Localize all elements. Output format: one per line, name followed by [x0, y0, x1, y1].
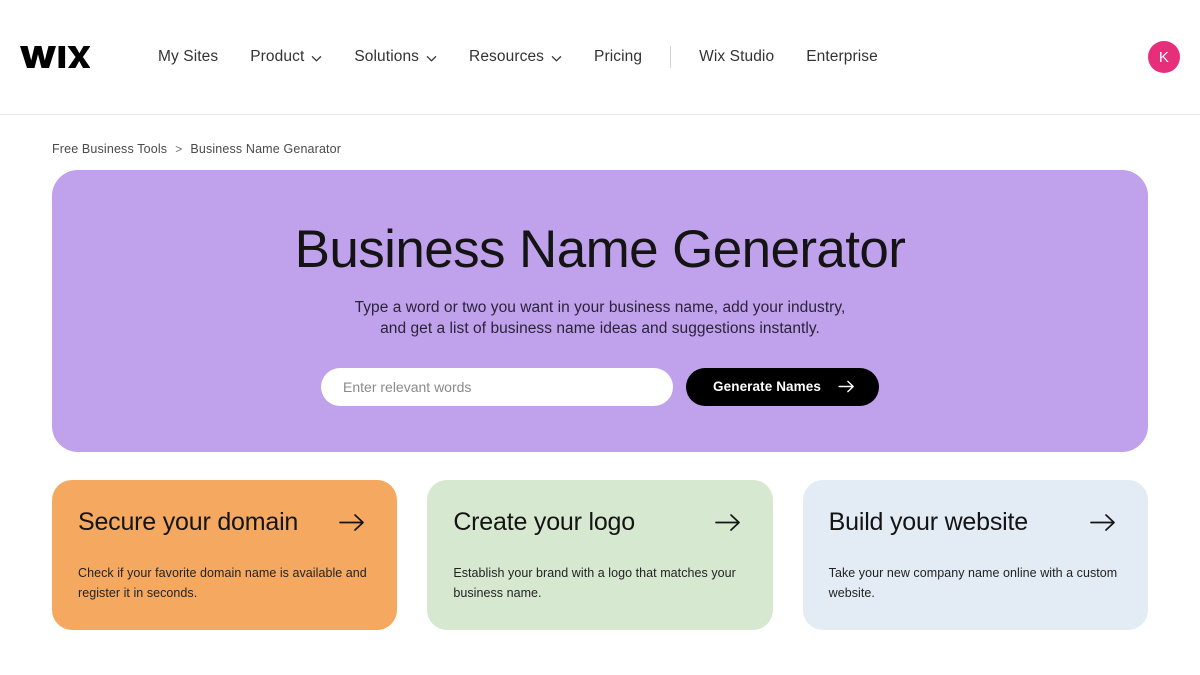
chevron-down-icon [551, 53, 562, 64]
nav-label: My Sites [158, 48, 219, 65]
generate-names-label: Generate Names [713, 379, 821, 395]
card-description: Establish your brand with a logo that ma… [453, 566, 736, 600]
main-navigation: My Sites Product Solutions Resources Pri… [142, 46, 894, 68]
arrow-right-icon [714, 513, 747, 532]
card-header: Create your logo [453, 508, 746, 537]
name-generator-form: Generate Names [321, 367, 879, 406]
arrow-right-icon [838, 380, 855, 393]
hero-subtitle-line-1: Type a word or two you want in your busi… [354, 298, 846, 316]
page-title: Business Name Generator [294, 220, 906, 279]
header-actions: K [1148, 41, 1184, 73]
card-header: Secure your domain [78, 508, 371, 537]
arrow-right-icon [339, 513, 371, 532]
card-description: Check if your favorite domain name is av… [78, 566, 367, 600]
card-title: Build your website [828, 508, 1028, 536]
chevron-down-icon [311, 53, 322, 64]
wix-logo[interactable] [16, 44, 94, 70]
nav-label: Resources [469, 48, 545, 65]
chevron-down-icon [426, 53, 437, 64]
nav-item-wix-studio[interactable]: Wix Studio [683, 48, 790, 66]
arrow-right-icon [1090, 513, 1122, 532]
hero-section: Business Name Generator Type a word or t… [52, 170, 1148, 452]
site-header: My Sites Product Solutions Resources Pri… [0, 0, 1200, 115]
nav-label: Enterprise [806, 48, 878, 65]
hero-subtitle: Type a word or two you want in your busi… [355, 297, 846, 340]
nav-item-resources[interactable]: Resources [453, 48, 578, 66]
breadcrumb-separator-icon: > [175, 142, 183, 156]
card-create-your-logo[interactable]: Create your logo Establish your brand wi… [427, 480, 773, 630]
card-title: Create your logo [453, 508, 635, 536]
hero-subtitle-line-2: and get a list of business name ideas an… [380, 320, 820, 338]
card-description: Take your new company name online with a… [828, 566, 1118, 600]
avatar[interactable]: K [1148, 41, 1180, 73]
nav-item-product[interactable]: Product [234, 48, 338, 66]
nav-item-my-sites[interactable]: My Sites [142, 48, 234, 66]
nav-label: Pricing [594, 48, 643, 65]
nav-item-solutions[interactable]: Solutions [338, 48, 453, 66]
nav-item-enterprise[interactable]: Enterprise [790, 48, 894, 66]
card-header: Build your website [829, 508, 1122, 537]
card-build-your-website[interactable]: Build your website Take your new company… [802, 480, 1148, 630]
breadcrumb: Free Business Tools > Business Name Gena… [0, 115, 1200, 156]
nav-label: Solutions [354, 48, 420, 65]
card-title: Secure your domain [78, 508, 299, 536]
breadcrumb-current[interactable]: Business Name Genarator [190, 142, 341, 156]
promo-cards: Secure your domain Check if your favorit… [52, 480, 1148, 630]
nav-label: Product [250, 48, 305, 65]
nav-label: Wix Studio [699, 48, 775, 65]
generate-names-button[interactable]: Generate Names [686, 367, 879, 406]
nav-item-pricing[interactable]: Pricing [578, 48, 658, 66]
search-input[interactable] [321, 367, 674, 406]
nav-divider [670, 46, 672, 68]
breadcrumb-parent[interactable]: Free Business Tools [52, 142, 167, 156]
card-secure-your-domain[interactable]: Secure your domain Check if your favorit… [52, 480, 398, 630]
